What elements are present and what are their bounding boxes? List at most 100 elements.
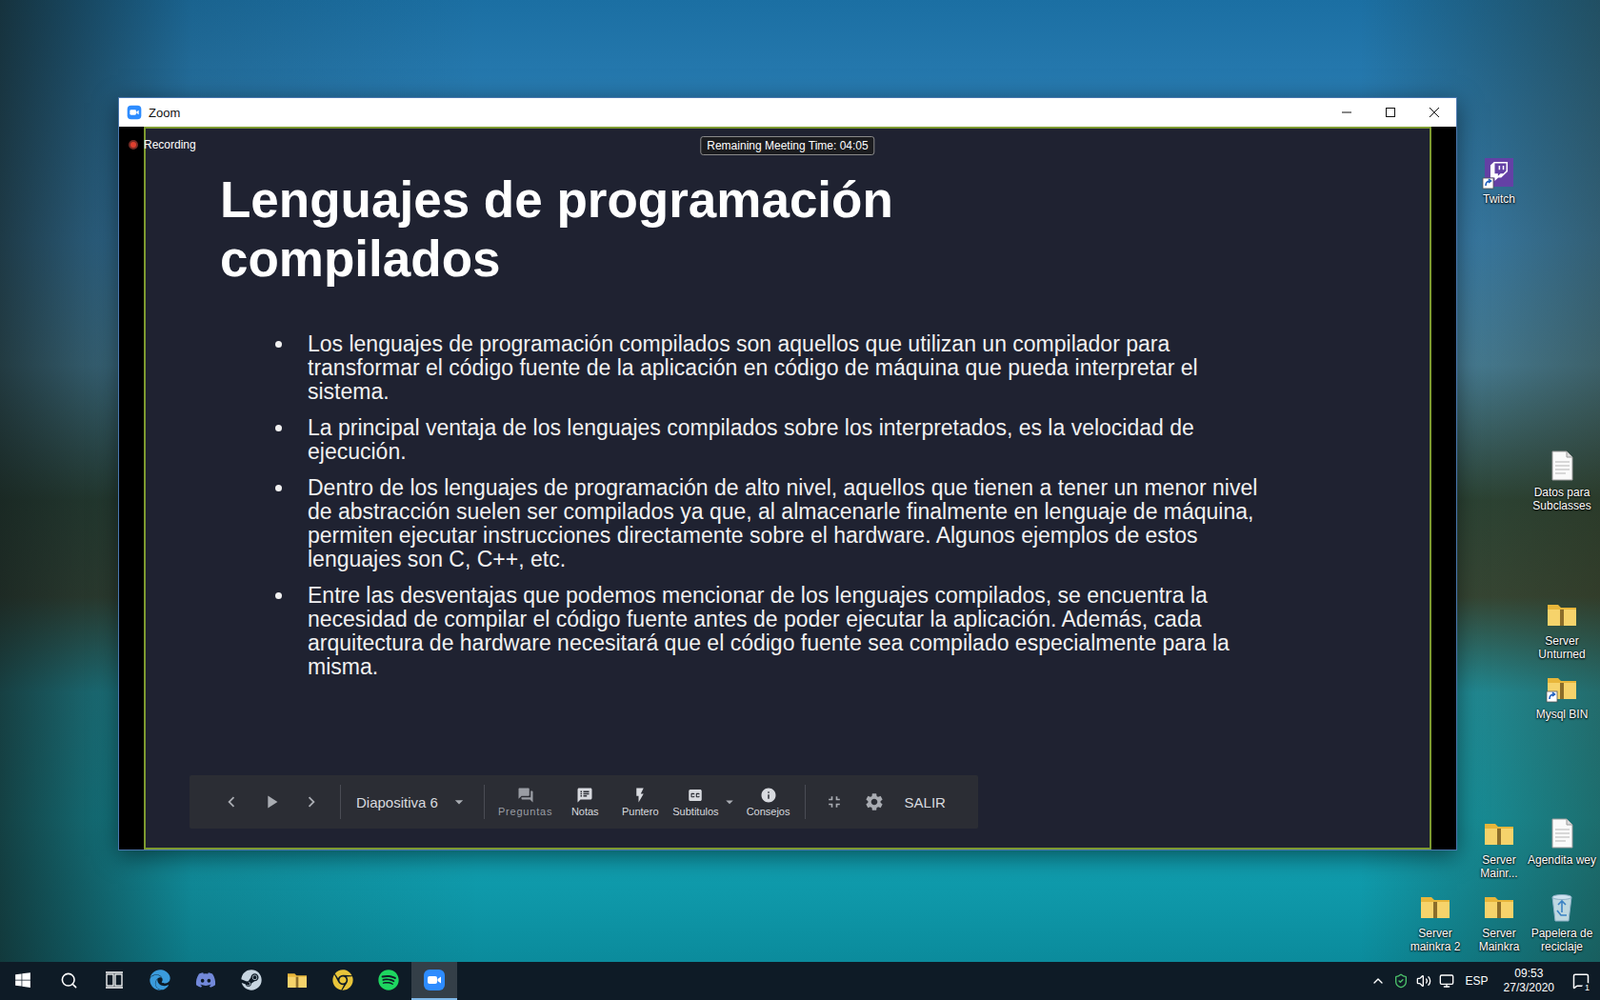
- recording-dot: [128, 140, 139, 150]
- bullet-item: Entre las desventajas que podemos mencio…: [307, 583, 1278, 680]
- task-view-icon: [104, 970, 124, 990]
- desktop-icon[interactable]: Server Unturned: [1526, 597, 1598, 661]
- windows-icon: [14, 971, 32, 989]
- settings-button[interactable]: [857, 784, 892, 820]
- tool-button[interactable]: Subtitulos: [670, 782, 720, 821]
- tray-button[interactable]: [1435, 961, 1459, 1000]
- chevron-right-icon: [300, 791, 322, 813]
- language-indicator[interactable]: ESP: [1458, 974, 1497, 988]
- tray-button[interactable]: [1366, 961, 1390, 1000]
- desktop-icon[interactable]: Agendita wey: [1526, 816, 1598, 867]
- desktop-icon-label: Server mainkra 2: [1400, 926, 1471, 954]
- tray-button[interactable]: [1412, 961, 1436, 1000]
- info-icon: [760, 786, 778, 804]
- desktop-icon[interactable]: Papelera de reciclaje: [1526, 889, 1598, 954]
- taskbar-button[interactable]: [365, 961, 412, 1000]
- chrome-icon: [332, 969, 354, 991]
- bullet-item: Los lenguajes de programación compilados…: [307, 332, 1278, 404]
- desktop: Twitch Datos para Subclasses Server Unturn…: [0, 0, 1600, 962]
- taskbar-button[interactable]: [411, 961, 458, 1000]
- tool-button[interactable]: Notas: [560, 782, 610, 821]
- slide: Lenguajes de programación compiladosLos …: [143, 126, 1432, 850]
- desktop-icon-label: Agendita wey: [1527, 853, 1597, 867]
- taskbar-button[interactable]: [137, 961, 183, 1000]
- next-button[interactable]: [294, 784, 329, 820]
- close-icon: [1429, 107, 1440, 118]
- folder-icon: [1481, 816, 1517, 851]
- questions-icon: [517, 786, 535, 804]
- play-icon: [260, 791, 282, 813]
- maximize-icon: [1385, 107, 1396, 118]
- steam-icon: [240, 969, 262, 991]
- edge-icon: [149, 969, 171, 991]
- maximize-button[interactable]: [1368, 98, 1413, 127]
- notification-count: 1: [1581, 982, 1593, 994]
- captions-icon: [686, 786, 704, 804]
- toolbar-divider: [804, 784, 806, 820]
- zoom-logo-icon: [126, 104, 142, 120]
- show-hidden-icons-icon: [1370, 973, 1386, 989]
- chevron-left-icon: [220, 791, 242, 813]
- gear-icon: [863, 791, 885, 813]
- exit-button[interactable]: SALIR: [897, 788, 954, 817]
- desktop-icon-label: Server Mainkra: [1463, 926, 1535, 954]
- desktop-icon-label: Server Unturned: [1526, 634, 1598, 661]
- desktop-icon-label: Papelera de reciclaje: [1526, 926, 1598, 954]
- notifications-button[interactable]: 1: [1561, 961, 1600, 1000]
- play-button[interactable]: [254, 784, 289, 820]
- folder-shortcut-icon: [1544, 670, 1580, 705]
- tray-button[interactable]: [1389, 961, 1413, 1000]
- taskbar-button[interactable]: [91, 961, 138, 1000]
- folder-icon: [1418, 889, 1453, 924]
- shared-screen: Recording Remaining Meeting Time: 04:05Le…: [119, 126, 1457, 850]
- desktop-icon[interactable]: Server Mainkra: [1463, 889, 1535, 954]
- tool-button[interactable]: Puntero: [615, 782, 665, 821]
- taskbar-button[interactable]: [228, 961, 275, 1000]
- taskbar-button[interactable]: [0, 961, 46, 1000]
- bullet-item: Dentro de los lenguajes de programación …: [307, 476, 1278, 572]
- title-bar: Zoom: [119, 98, 1457, 127]
- volume-icon: [1416, 973, 1432, 989]
- bullet-list: Los lenguajes de programación compilados…: [220, 332, 1278, 680]
- desktop-icon[interactable]: Mysql BIN: [1526, 670, 1598, 721]
- taskbar-button[interactable]: [182, 961, 229, 1000]
- taskbar: ESP09:5327/3/2020 1: [0, 961, 1600, 1000]
- desktop-icon[interactable]: Server Mainr...: [1463, 816, 1535, 880]
- desktop-icon-label: Twitch: [1482, 192, 1516, 206]
- discord-icon: [195, 969, 217, 991]
- tool-button[interactable]: Consejos: [743, 782, 794, 821]
- window-title: Zoom: [148, 105, 1325, 120]
- dropdown-icon: [449, 792, 469, 812]
- recording-indicator: Recording: [128, 138, 197, 152]
- recycle-bin-icon: [1544, 889, 1580, 924]
- clock[interactable]: 09:5327/3/2020: [1496, 966, 1562, 996]
- minimize-icon: [1341, 107, 1352, 118]
- system-tray: ESP09:5327/3/2020 1: [1366, 961, 1600, 1000]
- previous-button[interactable]: [214, 784, 249, 820]
- slide-select[interactable]: Diapositiva 6: [352, 792, 473, 812]
- text-file-icon: [1544, 816, 1580, 851]
- toolbar-divider: [483, 784, 485, 820]
- exit-fullscreen-button[interactable]: [817, 784, 852, 820]
- notes-icon: [576, 786, 594, 804]
- taskbar-button[interactable]: [274, 961, 320, 1000]
- dropdown-icon[interactable]: [720, 793, 739, 811]
- exit-fullscreen-icon: [824, 792, 844, 812]
- folder-icon: [1481, 889, 1517, 924]
- desktop-icon[interactable]: Server mainkra 2: [1400, 889, 1471, 954]
- minimize-button[interactable]: [1324, 98, 1369, 127]
- taskbar-button[interactable]: [45, 961, 92, 1000]
- folder-icon: [1544, 597, 1580, 632]
- desktop-icon[interactable]: Datos para Subclasses: [1526, 448, 1598, 513]
- screen: Twitch Datos para Subclasses Server Unturn…: [0, 0, 1600, 1000]
- tool-button[interactable]: Preguntas: [496, 782, 555, 821]
- file-explorer-icon: [285, 968, 309, 992]
- close-button[interactable]: [1412, 98, 1457, 127]
- taskbar-button[interactable]: [320, 961, 366, 1000]
- bullet-item: La principal ventaja de los lenguajes co…: [307, 416, 1278, 464]
- search-icon: [60, 971, 79, 990]
- desktop-icon-label: Datos para Subclasses: [1526, 485, 1598, 513]
- desktop-icon[interactable]: Twitch: [1463, 155, 1535, 206]
- spotify-icon: [378, 969, 400, 991]
- remaining-time: Remaining Meeting Time: 04:05: [700, 136, 875, 156]
